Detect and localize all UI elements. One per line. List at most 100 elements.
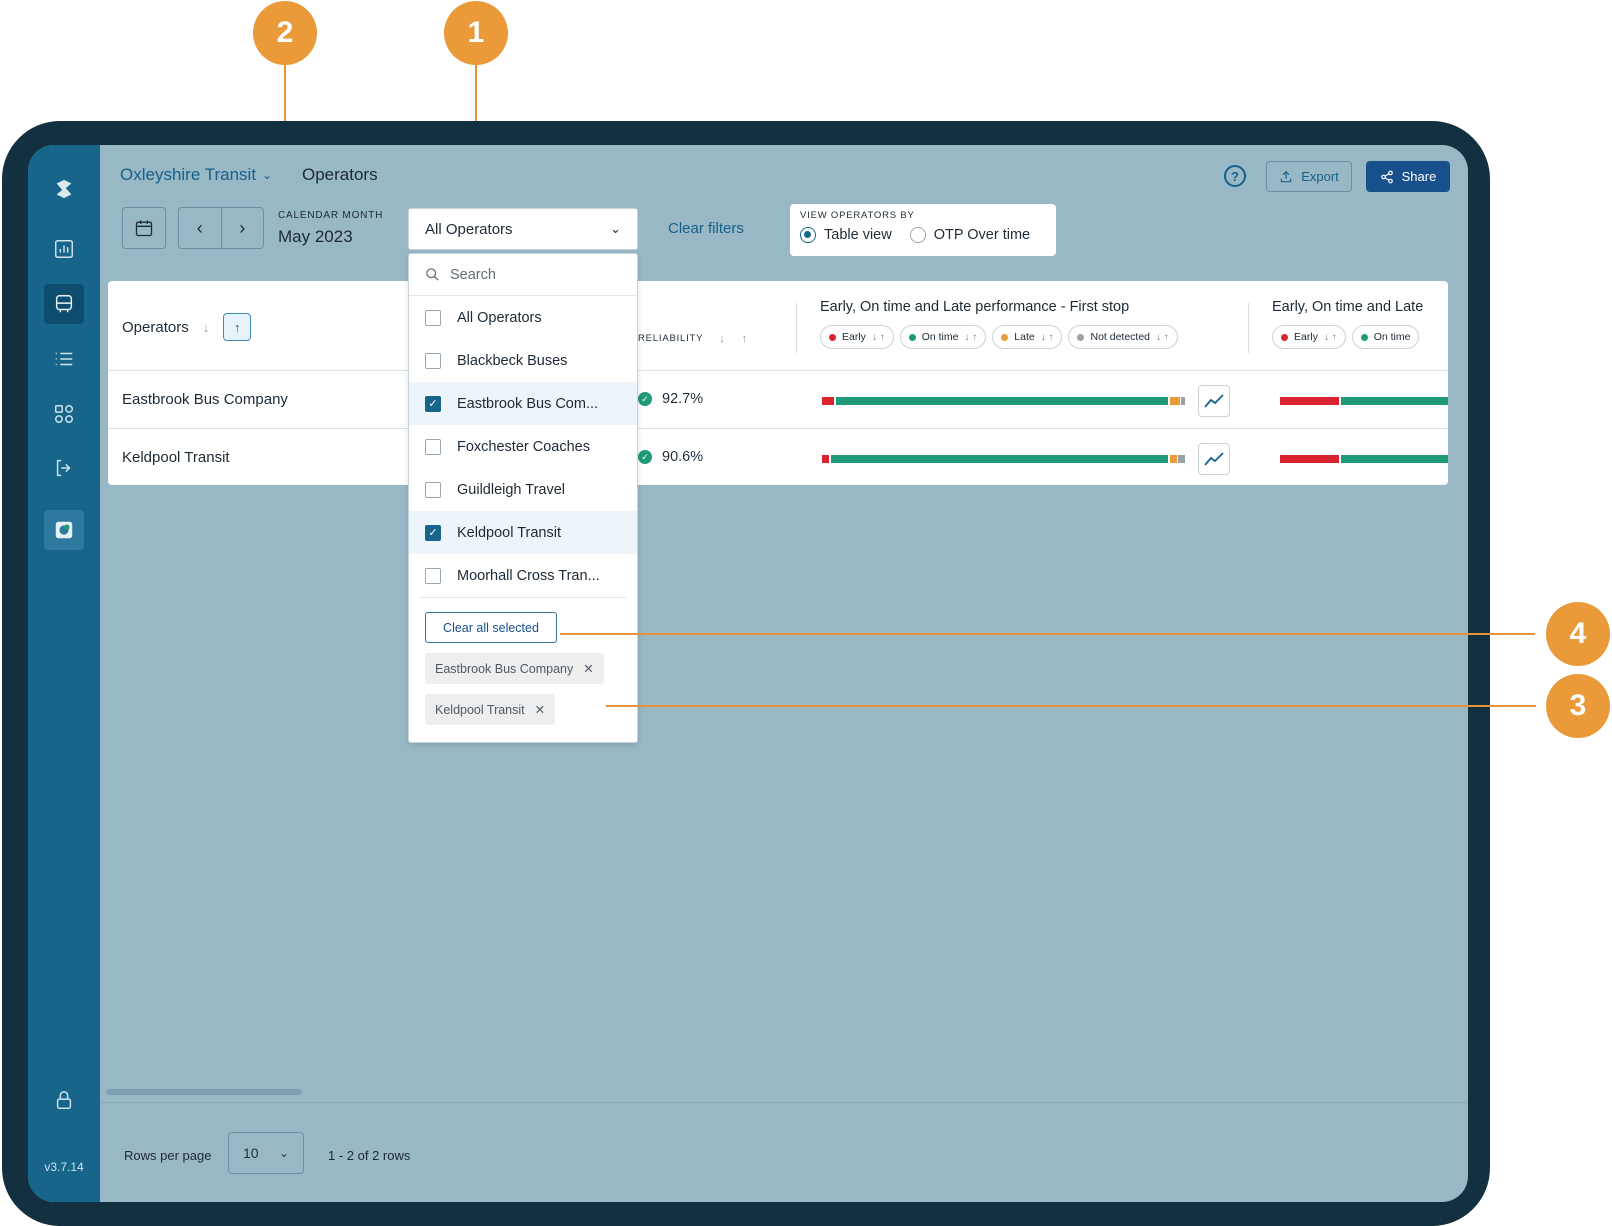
dropdown-option[interactable]: ✓ Keldpool Transit (409, 511, 637, 554)
callout-3-line (606, 705, 1536, 707)
column-divider (1248, 303, 1249, 353)
app-switch-icon[interactable] (44, 510, 84, 550)
logo-icon[interactable] (44, 169, 84, 209)
checkbox-checked[interactable]: ✓ (425, 395, 441, 412)
trend-chart-button[interactable] (1198, 443, 1230, 475)
dashboard-chart-icon[interactable] (44, 229, 84, 269)
view-label: VIEW OPERATORS BY (800, 210, 915, 221)
chip-early[interactable]: Early ↓ ↑ (1272, 325, 1346, 349)
lock-icon[interactable] (44, 1080, 84, 1120)
operators-table: Operators ↓ ↑ RELIABILITY ↓ ↑ Early, On … (108, 281, 1448, 485)
table-row[interactable]: Eastbrook Bus Company ✓ 92.7% (108, 371, 1448, 429)
rows-per-page-label: Rows per page (124, 1148, 212, 1163)
dropdown-option[interactable]: Blackbeck Buses (409, 339, 637, 382)
calendar-button[interactable] (122, 207, 166, 249)
callout-2: 2 (253, 1, 317, 65)
radio-otp-over-time[interactable]: OTP Over time (909, 227, 1031, 243)
list-icon[interactable] (44, 339, 84, 379)
chip-late[interactable]: Late ↓ ↑ (992, 325, 1063, 349)
chip-on-time[interactable]: On time (1351, 325, 1420, 349)
share-button[interactable]: Share (1366, 161, 1450, 192)
checkbox[interactable] (425, 567, 441, 584)
dropdown-option[interactable]: ✓ Eastbrook Bus Com... (409, 382, 637, 425)
app-screen: v3.7.14 Oxleyshire Transit ⌄ Operators ?… (28, 145, 1468, 1202)
upload-icon (1280, 170, 1292, 182)
dropdown-option[interactable]: Guildleigh Travel (409, 468, 637, 511)
next-month-button[interactable]: › (222, 208, 264, 248)
perf-filter-chips: Early ↓ ↑ On time ↓ ↑ Late ↓ ↑ Not detected… (820, 325, 1178, 349)
bus-icon[interactable] (44, 284, 84, 324)
sort-desc-icon[interactable]: ↓ (719, 333, 725, 345)
operator-select[interactable]: All Operators ⌄ (408, 208, 638, 250)
dropdown-option[interactable]: All Operators (409, 296, 637, 339)
chip-label: Late (1014, 331, 1035, 343)
selected-tag: Eastbrook Bus Company ✕ (425, 653, 604, 684)
search-icon (426, 268, 439, 281)
option-label: Keldpool Transit (457, 524, 561, 541)
table-row[interactable]: Keldpool Transit ✓ 90.6% (108, 429, 1448, 485)
org-name: Oxleyshire Transit (120, 165, 257, 184)
status-dot (1077, 333, 1085, 341)
clear-all-selected-button[interactable]: Clear all selected (425, 612, 557, 643)
dropdown-option[interactable]: Moorhall Cross Tran... (409, 554, 637, 597)
checkbox[interactable] (425, 352, 441, 369)
sort-arrows-icon[interactable]: ↓ ↑ (964, 332, 977, 343)
radio-table-view[interactable]: Table view (800, 227, 892, 243)
checkbox-checked[interactable]: ✓ (425, 524, 441, 541)
prev-month-button[interactable]: ‹ (179, 208, 222, 248)
perf-bar (822, 397, 1185, 405)
dropdown-option[interactable]: Foxchester Coaches (409, 425, 637, 468)
dropdown-search[interactable]: Search (409, 254, 637, 296)
org-selector[interactable]: Oxleyshire Transit ⌄ (120, 165, 272, 185)
close-icon[interactable]: ✕ (535, 702, 545, 717)
chip-label: On time (921, 331, 959, 343)
rows-per-page-value: 10 (243, 1145, 259, 1161)
operator-name: Keldpool Transit (122, 449, 230, 466)
sort-asc-icon[interactable]: ↑ (742, 333, 748, 345)
chip-label: Early (1294, 331, 1318, 343)
status-dot (908, 333, 916, 341)
chip-label: Early (842, 331, 866, 343)
clear-filters-link[interactable]: Clear filters (668, 220, 744, 237)
checkbox[interactable] (425, 481, 441, 498)
option-label: Foxchester Coaches (457, 438, 590, 455)
calendar-value: May 2023 (278, 227, 353, 246)
perf-filter-chips-second: Early ↓ ↑ On time (1272, 325, 1420, 349)
horizontal-scrollbar[interactable] (106, 1089, 302, 1095)
sort-desc-icon[interactable]: ↓ (203, 320, 210, 335)
close-icon[interactable]: ✕ (583, 661, 593, 676)
trend-line-icon (1204, 452, 1224, 466)
callout-4: 4 (1546, 602, 1610, 666)
radio-indicator (909, 227, 926, 243)
sort-asc-icon[interactable]: ↑ (223, 313, 252, 341)
option-label: Guildleigh Travel (457, 481, 565, 498)
sort-arrows-icon[interactable]: ↓ ↑ (1324, 332, 1337, 343)
help-icon[interactable]: ? (1224, 165, 1246, 187)
callout-4-line (560, 633, 1535, 635)
column-perf-first-stop: Early, On time and Late performance - Fi… (820, 299, 1130, 315)
trend-chart-button[interactable] (1198, 385, 1230, 417)
checkbox[interactable] (425, 309, 441, 326)
chip-not-detected[interactable]: Not detected ↓ ↑ (1068, 325, 1178, 349)
check-circle-icon: ✓ (638, 392, 652, 406)
share-label: Share (1401, 169, 1437, 184)
operator-select-value: All Operators (425, 220, 513, 238)
apps-grid-icon[interactable] (44, 394, 84, 434)
search-placeholder: Search (450, 266, 496, 283)
export-button[interactable]: Export (1266, 161, 1352, 192)
operator-name: Eastbrook Bus Company (122, 391, 288, 408)
checkbox[interactable] (425, 438, 441, 455)
column-reliability: RELIABILITY ↓ ↑ (638, 333, 748, 345)
tag-label: Keldpool Transit (435, 702, 525, 717)
sort-arrows-icon[interactable]: ↓ ↑ (872, 332, 885, 343)
perf-bar-second (1280, 397, 1448, 405)
chevron-down-icon: ⌄ (278, 1146, 289, 1160)
logout-icon[interactable] (44, 448, 84, 488)
selected-tag: Keldpool Transit ✕ (425, 694, 556, 725)
radio-label: OTP Over time (933, 227, 1031, 243)
rows-per-page-select[interactable]: 10 ⌄ (228, 1132, 304, 1174)
sort-arrows-icon[interactable]: ↓ ↑ (1041, 332, 1054, 343)
sort-arrows-icon[interactable]: ↓ ↑ (1156, 332, 1169, 343)
chip-early[interactable]: Early ↓ ↑ (820, 325, 894, 349)
chip-on-time[interactable]: On time ↓ ↑ (899, 325, 987, 349)
